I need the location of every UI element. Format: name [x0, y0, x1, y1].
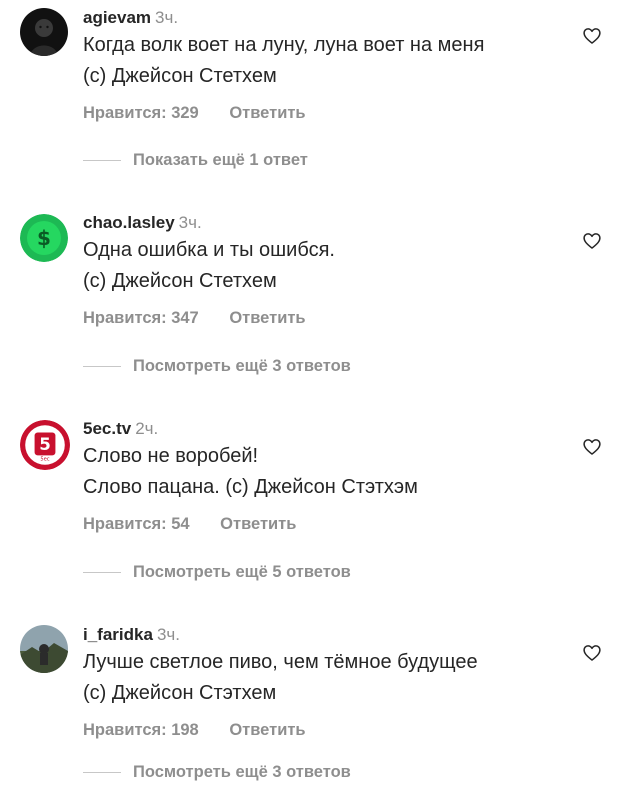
reply-button[interactable]: Ответить — [229, 309, 305, 328]
comment-text-line: Когда волк воет на луну, луна воет на ме… — [83, 34, 485, 56]
view-replies-label: Посмотреть ещё 5 ответов — [133, 563, 351, 581]
avatar[interactable] — [20, 8, 68, 56]
view-replies-label: Посмотреть ещё 3 ответов — [133, 357, 351, 375]
comment-meta: i_faridka 3ч. — [83, 625, 580, 645]
logo-text: 5ec — [40, 457, 49, 463]
divider-line — [83, 772, 121, 773]
comment-text-line: Слово не воробей! — [83, 445, 259, 467]
view-replies-button[interactable]: Посмотреть ещё 5 ответов — [83, 563, 351, 582]
likes-count[interactable]: Нравится: 198 — [83, 721, 199, 740]
svg-text:5: 5 — [39, 435, 51, 454]
timestamp: 2ч. — [135, 419, 159, 438]
view-replies-button[interactable]: Посмотреть ещё 3 ответов — [83, 763, 351, 782]
reply-button[interactable]: Ответить — [229, 721, 305, 740]
comment-text-line: (с) Джейсон Стетхем — [83, 270, 277, 292]
avatar[interactable] — [20, 625, 68, 673]
likes-count[interactable]: Нравится: 329 — [83, 104, 199, 123]
comment-text: Слово не воробей! Слово пацана. (с) Джей… — [83, 441, 580, 503]
reply-button[interactable]: Ответить — [220, 515, 296, 534]
likes-count[interactable]: Нравится: 54 — [83, 515, 190, 534]
comment-actions: Нравится: 54 Ответить — [83, 515, 580, 534]
comment-text: Лучше светлое пиво, чем тёмное будущее (… — [83, 647, 580, 709]
heart-outline-icon[interactable] — [582, 26, 602, 46]
username[interactable]: agievam — [83, 8, 151, 27]
comment-text-line: Одна ошибка и ты ошибся. — [83, 239, 335, 261]
comment-actions: Нравится: 329 Ответить — [83, 104, 580, 123]
likes-count[interactable]: Нравится: 347 — [83, 309, 199, 328]
view-replies-label: Показать ещё 1 ответ — [133, 151, 308, 169]
heart-outline-icon[interactable] — [582, 437, 602, 457]
svg-text:$: $ — [37, 226, 51, 250]
avatar[interactable]: 5 5ec — [20, 420, 70, 470]
comment-actions: Нравится: 347 Ответить — [83, 309, 580, 328]
comment-meta: 5ec.tv 2ч. — [83, 419, 580, 439]
divider-line — [83, 160, 121, 161]
comment-text-line: (с) Джейсон Стетхем — [83, 65, 277, 87]
timestamp: 3ч. — [155, 8, 179, 27]
view-replies-label: Посмотреть ещё 3 ответов — [133, 763, 351, 781]
heart-outline-icon[interactable] — [582, 231, 602, 251]
comment-text: Когда волк воет на луну, луна воет на ме… — [83, 30, 580, 92]
comment-actions: Нравится: 198 Ответить — [83, 721, 580, 740]
comment-text-line: Лучше светлое пиво, чем тёмное будущее — [83, 651, 478, 673]
avatar[interactable]: $ — [20, 214, 68, 262]
view-replies-button[interactable]: Показать ещё 1 ответ — [83, 151, 308, 170]
comment-meta: agievam 3ч. — [83, 8, 580, 28]
reply-button[interactable]: Ответить — [229, 104, 305, 123]
comment-text: Одна ошибка и ты ошибся. (с) Джейсон Сте… — [83, 235, 580, 297]
comment-text-line: Слово пацана. (с) Джейсон Стэтхэм — [83, 476, 418, 498]
username[interactable]: chao.lasley — [83, 213, 175, 232]
comment-meta: chao.lasley 3ч. — [83, 213, 580, 233]
comment-text-line: (с) Джейсон Стэтхем — [83, 682, 277, 704]
heart-outline-icon[interactable] — [582, 643, 602, 663]
view-replies-button[interactable]: Посмотреть ещё 3 ответов — [83, 357, 351, 376]
username[interactable]: 5ec.tv — [83, 419, 131, 438]
divider-line — [83, 572, 121, 573]
username[interactable]: i_faridka — [83, 625, 153, 644]
timestamp: 3ч. — [178, 213, 202, 232]
divider-line — [83, 366, 121, 367]
timestamp: 3ч. — [156, 625, 180, 644]
